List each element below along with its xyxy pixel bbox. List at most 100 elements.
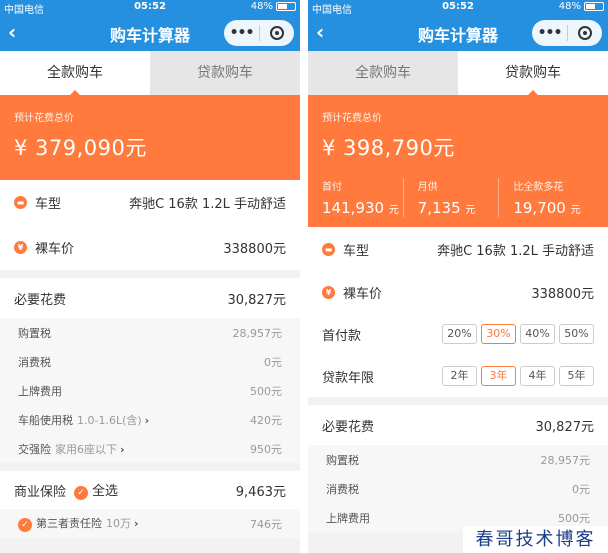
option-button[interactable]: 40% [520,324,555,344]
model-label: 车型 [343,243,370,259]
summary-unit: 元 [388,205,399,216]
option-button[interactable]: 2年 [442,366,477,386]
check-icon[interactable]: ✓ [18,518,32,532]
model-row[interactable]: ▬ 车型 奔驰C 16款 1.2L 手动舒适 [308,227,608,271]
total-card: 预计花费总价 ¥ 379,090元 [0,95,300,180]
status-bar: 中国电信 05:52 48% [0,0,300,16]
divider [308,397,608,405]
insurance-label: 商业保险 [14,484,67,500]
monthly-summary: 月供 7,135 元 [402,178,499,217]
insurance-value: 9,463元 [235,484,286,500]
required-items: 购置税 28,957元 消费税 0元 上牌费用 500元 车船使用税 1.0-1.… [0,318,300,463]
item-note: 家用6座以下 [55,442,117,456]
close-button[interactable] [260,26,294,40]
more-button[interactable]: ••• [224,25,259,41]
summary-label: 月供 [417,182,438,193]
item-label: 购置税 [18,326,51,340]
item-value: 0元 [572,482,590,496]
compulsory-insurance-row[interactable]: 交强险 家用6座以下 › 950元 [0,434,300,463]
down-payment-summary: 首付 141,930 元 [322,178,403,217]
vehicle-tax-row[interactable]: 车船使用税 1.0-1.6L(含) › 420元 [0,405,300,434]
top-bar: 中国电信 05:52 48% ‹ 购车计算器 ••• [308,0,608,51]
more-button[interactable]: ••• [532,25,567,41]
option-button[interactable]: 50% [559,324,594,344]
tab-loan[interactable]: 贷款购车 [150,51,300,95]
item-label: 上牌费用 [326,511,370,525]
model-row[interactable]: ▬ 车型 奔驰C 16款 1.2L 手动舒适 [0,180,300,225]
option-button[interactable]: 20% [442,324,477,344]
term-label: 贷款年限 [322,370,375,386]
list-item: 消费税 0元 [0,347,300,376]
check-icon: ✓ [74,486,89,500]
required-row: 必要花费 30,827元 [0,278,300,318]
option-button[interactable]: 5年 [559,366,594,386]
required-value: 30,827元 [535,419,595,435]
target-icon [270,26,284,40]
total-label: 预计花费总价 [322,113,382,124]
battery-percent: 48% [558,1,581,12]
third-party-row[interactable]: ✓ 第三者责任险 10万 › 746元 [0,509,300,538]
price-row[interactable]: ¥ 裸车价 338800元 [308,271,608,313]
close-button[interactable] [568,26,602,40]
required-costs: 必要花费 30,827元 购置税 28,957元 消费税 0元 上牌费用 500… [0,278,300,463]
required-row: 必要花费 30,827元 [308,405,608,445]
required-label: 必要花费 [322,419,375,435]
mini-program-capsule: ••• [532,20,602,46]
required-costs: 必要花费 30,827元 购置税 28,957元 消费税 0元 上牌费用 500… [308,405,608,532]
item-label: 购置税 [326,453,359,467]
item-label: 消费税 [326,482,359,496]
list-item: 购置税 28,957元 [308,445,608,474]
option-button-selected[interactable]: 3年 [481,366,516,386]
total-label: 预计花费总价 [14,113,74,124]
item-label: 上牌费用 [18,384,62,398]
battery-icon [584,2,604,11]
price-label: 裸车价 [343,286,383,302]
list-item: 消费税 0元 [308,474,608,503]
tab-full-payment[interactable]: 全款购车 [0,51,150,96]
item-value: 950元 [250,442,282,456]
item-note: 1.0-1.6L(含) [77,413,142,427]
item-value: 746元 [250,517,282,531]
item-label: 交强险 [18,442,51,456]
mini-program-capsule: ••• [224,20,294,46]
option-button-selected[interactable]: 30% [481,324,516,344]
down-pct-label: 首付款 [322,328,362,344]
tab-loan[interactable]: 贷款购车 [458,51,608,96]
yen-icon: ¥ [322,285,335,299]
item-note: 10万 [106,517,131,530]
insurance-items: ✓ 第三者责任险 10万 › 746元 [0,509,300,538]
required-items: 购置税 28,957元 消费税 0元 上牌费用 500元 [308,445,608,532]
price-row[interactable]: ¥ 裸车价 338800元 [0,225,300,270]
divider [0,463,300,471]
item-value: 0元 [264,355,282,369]
item-value: 500元 [558,511,590,525]
item-value: 28,957元 [232,326,283,340]
chevron-right-icon: › [144,413,150,427]
tab-full-payment[interactable]: 全款购车 [308,51,458,95]
chevron-right-icon: › [134,517,139,530]
battery-indicator: 48% [559,1,604,12]
select-all-label: 全选 [92,484,119,499]
yen-icon: ¥ [14,241,27,254]
target-icon [578,26,592,40]
required-label: 必要花费 [14,292,67,308]
commercial-insurance: 商业保险 ✓ 全选 9,463元 ✓ 第三者责任险 10万 › 746元 [0,471,300,538]
summary-label: 首付 [322,182,342,193]
option-button[interactable]: 4年 [520,366,555,386]
model-value: 奔驰C 16款 1.2L 手动舒适 [129,197,286,212]
select-all-toggle[interactable]: ✓ 全选 [74,480,118,500]
total-amount: ¥ 379,090元 [14,136,147,160]
summary-value: 19,700 [513,199,566,217]
total-card: 预计花费总价 ¥ 398,790元 首付 141,930 元 月供 7,135 … [308,95,608,227]
summary-value: 141,930 [322,199,385,217]
tab-bar: 全款购车 贷款购车 [0,51,300,96]
watermark: 春哥技术博客 [463,526,608,553]
tab-bar: 全款购车 贷款购车 [308,51,608,96]
required-value: 30,827元 [227,292,287,308]
item-value: 420元 [250,413,282,427]
loan-summary: 首付 141,930 元 月供 7,135 元 比全款多花 19,700 元 [322,178,594,227]
model-value: 奔驰C 16款 1.2L 手动舒适 [437,243,594,259]
down-pct-options: 20% 30% 40% 50% [442,324,594,344]
price-value: 338800元 [223,242,286,257]
battery-icon [276,2,296,11]
